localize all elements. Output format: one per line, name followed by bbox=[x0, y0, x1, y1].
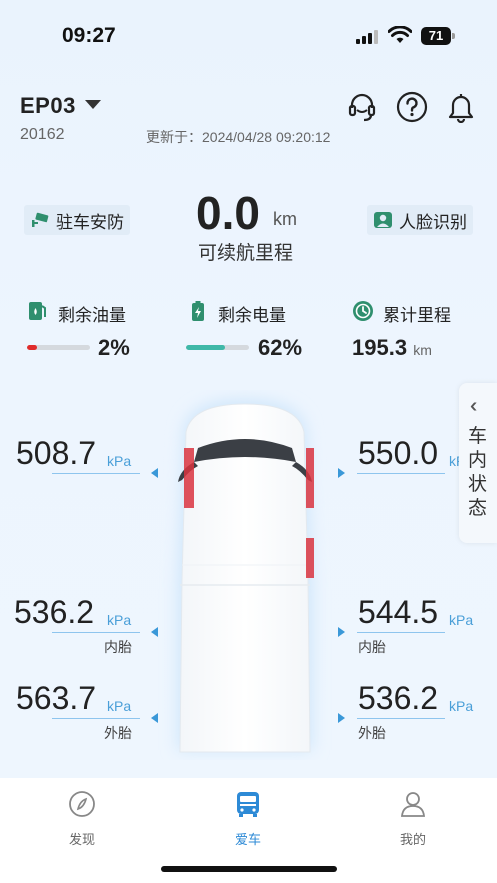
fuel-bar-fill bbox=[27, 345, 38, 350]
tab-profile-label: 我的 bbox=[399, 832, 426, 847]
fuel-icon bbox=[29, 302, 46, 320]
parking-security-button[interactable]: 驻车安防 bbox=[24, 205, 130, 235]
tire-rear-right-outer-tag: 外胎 bbox=[358, 725, 386, 741]
mileage-unit: km bbox=[413, 342, 432, 358]
tab-profile[interactable]: 我的 bbox=[373, 790, 453, 848]
tire-front-left-line bbox=[52, 473, 140, 474]
fuel-value: 2% bbox=[98, 335, 130, 360]
vehicle-dropdown-icon[interactable] bbox=[85, 100, 101, 109]
tire-rear-right-inner-pointer bbox=[338, 627, 345, 637]
status-time: 09:27 bbox=[62, 24, 116, 47]
range-value: 0.0 bbox=[196, 187, 260, 239]
face-recognition-label: 人脸识别 bbox=[399, 212, 467, 232]
tire-rear-left-inner-unit: kPa bbox=[107, 612, 132, 628]
face-id-icon bbox=[374, 212, 392, 228]
tab-my-car-label: 爱车 bbox=[234, 832, 261, 847]
double-chevron-left-icon: ‹‹ bbox=[470, 395, 479, 417]
face-recognition-button[interactable]: 人脸识别 bbox=[367, 205, 473, 235]
updated-time: 更新于：2024/04/28 09:20:12 bbox=[146, 129, 331, 145]
battery-value: 62% bbox=[258, 335, 303, 360]
tire-front-right-line bbox=[357, 473, 445, 474]
fuel-bar bbox=[27, 345, 90, 350]
range-label: 可续航里程 bbox=[198, 243, 294, 264]
mileage-readout: 195.3 km bbox=[352, 335, 432, 361]
battery-icon: 71 bbox=[421, 27, 455, 45]
tire-rear-left-outer-tag: 外胎 bbox=[104, 725, 132, 741]
vehicle-code: 20162 bbox=[20, 126, 65, 143]
profile-icon bbox=[401, 792, 425, 817]
tire-rear-left-inner-tag: 内胎 bbox=[104, 639, 132, 655]
mileage-value: 195.3 bbox=[352, 335, 408, 360]
car-icon bbox=[237, 792, 259, 817]
wifi-icon bbox=[388, 26, 412, 43]
tire-rear-right-inner-value: 544.5 bbox=[358, 594, 439, 630]
tire-rear-left-inner-line bbox=[52, 632, 140, 633]
battery-bar bbox=[186, 345, 249, 350]
discover-icon bbox=[69, 791, 95, 817]
bell-icon[interactable] bbox=[445, 91, 477, 123]
headset-icon[interactable] bbox=[346, 91, 378, 123]
vehicle-top-view bbox=[178, 400, 314, 753]
fuel-label: 剩余油量 bbox=[58, 306, 126, 325]
tire-rear-right-outer-unit: kPa bbox=[449, 698, 474, 714]
tire-front-right-value: 550.0 bbox=[358, 435, 439, 471]
tire-rear-left-outer-unit: kPa bbox=[107, 698, 132, 714]
battery-bar-fill bbox=[186, 345, 226, 350]
tire-rear-left-outer-pointer bbox=[151, 713, 158, 723]
camera-icon bbox=[32, 212, 49, 227]
home-indicator[interactable] bbox=[161, 866, 337, 872]
tire-rear-left-outer-line bbox=[52, 718, 140, 719]
odometer-icon bbox=[353, 301, 373, 321]
tab-my-car[interactable]: 爱车 bbox=[208, 790, 288, 848]
tire-rear-right-outer-line bbox=[357, 718, 445, 719]
cellular-signal-icon bbox=[356, 30, 378, 44]
range-unit: km bbox=[273, 209, 297, 229]
tire-front-left-pointer bbox=[151, 468, 158, 478]
battery-level-icon bbox=[192, 301, 204, 321]
mileage-label: 累计里程 bbox=[383, 306, 451, 325]
tire-rear-right-inner-line bbox=[357, 632, 445, 633]
tire-rear-right-inner-unit: kPa bbox=[449, 612, 474, 628]
tire-front-right-pointer bbox=[338, 468, 345, 478]
tab-discover[interactable]: 发现 bbox=[42, 790, 122, 848]
tab-discover-label: 发现 bbox=[68, 832, 95, 847]
vehicle-name[interactable]: EP03 bbox=[20, 93, 76, 119]
tire-rear-right-inner-tag: 内胎 bbox=[358, 639, 386, 655]
battery-level: 71 bbox=[428, 28, 444, 43]
tire-rear-left-outer-value: 563.7 bbox=[16, 680, 97, 716]
parking-security-label: 驻车安防 bbox=[56, 212, 124, 232]
battery-label: 剩余电量 bbox=[218, 306, 286, 325]
tire-front-left-value: 508.7 bbox=[16, 435, 97, 471]
help-icon[interactable] bbox=[396, 91, 428, 123]
tire-rear-right-outer-pointer bbox=[338, 713, 345, 723]
tire-rear-right-outer-value: 536.2 bbox=[358, 680, 439, 716]
vehicle-interior-status-label: 车内状态 bbox=[468, 426, 488, 519]
tire-front-left-unit: kPa bbox=[107, 453, 132, 469]
vehicle-interior-status-tab[interactable]: ‹‹ 车内状态 bbox=[459, 383, 497, 543]
tire-rear-left-inner-pointer bbox=[151, 627, 158, 637]
tire-rear-left-inner-value: 536.2 bbox=[14, 594, 95, 630]
